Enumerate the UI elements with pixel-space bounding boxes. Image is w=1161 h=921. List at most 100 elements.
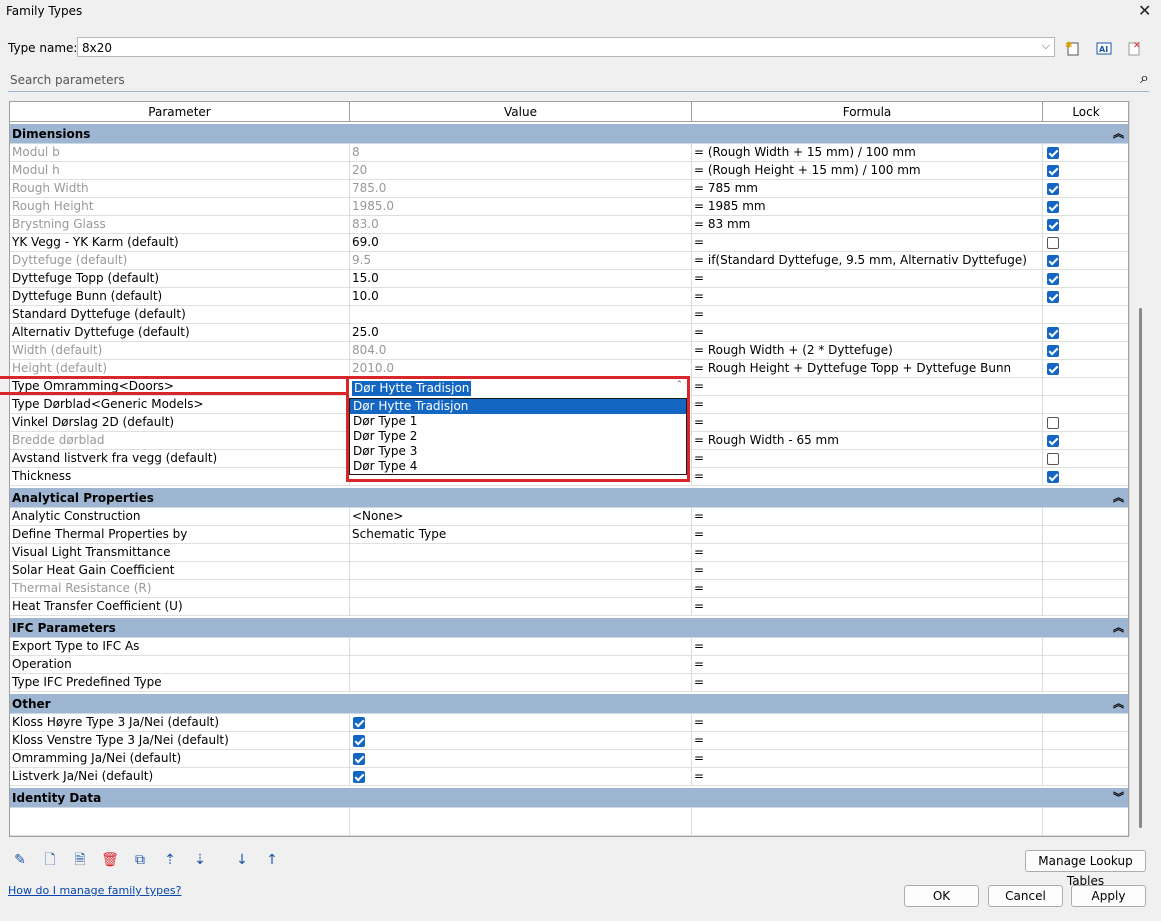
formula-cell[interactable]: = [692, 468, 1043, 486]
formula-cell[interactable]: = [692, 732, 1043, 750]
parameter-cell[interactable]: Define Thermal Properties by [10, 526, 350, 544]
formula-cell[interactable]: = [692, 270, 1043, 288]
parameter-cell[interactable]: Operation [10, 656, 350, 674]
formula-cell[interactable]: = if(Standard Dyttefuge, 9.5 mm, Alterna… [692, 252, 1043, 270]
type-name-combobox[interactable]: 8x20 ⌵ [77, 37, 1055, 57]
formula-cell[interactable]: = [692, 750, 1043, 768]
cancel-button[interactable]: Cancel [988, 885, 1063, 907]
lock-cell[interactable] [1043, 432, 1128, 450]
lock-cell[interactable] [1043, 714, 1128, 732]
delete-type-icon[interactable]: ✕ [1125, 40, 1143, 58]
table-row[interactable]: Solar Heat Gain Coefficient = [10, 562, 1128, 580]
table-row[interactable]: Listverk Ja/Nei (default) = [10, 768, 1128, 786]
value-cell[interactable]: 804.0 [350, 342, 692, 360]
new-parameter-icon[interactable]: 🗋 [40, 850, 60, 870]
table-row[interactable]: Dyttefuge Topp (default) 15.0 = [10, 270, 1128, 288]
parameter-cell[interactable]: Vinkel Dørslag 2D (default) [10, 414, 350, 432]
value-cell[interactable]: Schematic Type [350, 526, 692, 544]
table-row[interactable]: Modul h 20 = (Rough Height + 15 mm) / 100 … [10, 162, 1128, 180]
close-icon[interactable]: ✕ [1138, 1, 1151, 20]
checkbox-checked[interactable] [1047, 291, 1059, 303]
checkbox-checked[interactable] [353, 771, 365, 783]
value-cell[interactable] [350, 656, 692, 674]
formula-cell[interactable]: = [692, 526, 1043, 544]
collapse-icon[interactable]: ︽ [1113, 488, 1124, 508]
parameter-cell[interactable]: Brystning Glass [10, 216, 350, 234]
formula-cell[interactable]: = [692, 768, 1043, 786]
formula-cell[interactable]: = [692, 414, 1043, 432]
parameter-cell[interactable]: Kloss Høyre Type 3 Ja/Nei (default) [10, 714, 350, 732]
section-dimensions[interactable]: Dimensions ︽ [10, 124, 1128, 144]
value-cell[interactable] [350, 714, 692, 732]
formula-cell[interactable]: = 1985 mm [692, 198, 1043, 216]
lock-cell[interactable] [1043, 656, 1128, 674]
move-down-icon[interactable]: ⇣ [190, 850, 210, 870]
formula-cell[interactable]: = [692, 508, 1043, 526]
value-cell[interactable]: 20 [350, 162, 692, 180]
lock-cell[interactable] [1043, 750, 1128, 768]
formula-cell[interactable]: = [692, 598, 1043, 616]
column-header-parameter[interactable]: Parameter [10, 102, 350, 122]
table-row[interactable]: Kloss Venstre Type 3 Ja/Nei (default) = [10, 732, 1128, 750]
parameter-cell[interactable]: Solar Heat Gain Coefficient [10, 562, 350, 580]
dropdown-option[interactable]: Dør Type 4 [350, 459, 686, 474]
value-cell[interactable]: 83.0 [350, 216, 692, 234]
formula-cell[interactable]: = Rough Height + Dyttefuge Topp + Dyttef… [692, 360, 1043, 378]
column-header-lock[interactable]: Lock [1043, 102, 1128, 122]
lock-cell[interactable] [1043, 468, 1128, 486]
ok-button[interactable]: OK [904, 885, 979, 907]
formula-cell[interactable]: = [692, 234, 1043, 252]
parameter-cell[interactable]: Kloss Venstre Type 3 Ja/Nei (default) [10, 732, 350, 750]
value-cell[interactable]: <None> [350, 508, 692, 526]
lock-cell[interactable] [1043, 562, 1128, 580]
new-type-icon[interactable]: ✱ [1064, 40, 1082, 58]
lock-cell[interactable] [1043, 234, 1128, 252]
table-row[interactable]: YK Vegg - YK Karm (default) 69.0 = [10, 234, 1128, 252]
table-row[interactable]: Standard Dyttefuge (default) = [10, 306, 1128, 324]
checkbox-checked[interactable] [1047, 273, 1059, 285]
checkbox-checked[interactable] [1047, 255, 1059, 267]
parameter-cell[interactable]: YK Vegg - YK Karm (default) [10, 234, 350, 252]
checkbox-checked[interactable] [1047, 471, 1059, 483]
lock-cell[interactable] [1043, 180, 1128, 198]
parameter-cell[interactable]: Standard Dyttefuge (default) [10, 306, 350, 324]
value-cell[interactable] [350, 306, 692, 324]
formula-cell[interactable]: = [692, 306, 1043, 324]
help-link[interactable]: How do I manage family types? [8, 884, 181, 897]
edit-parameter-icon[interactable]: 🗎 [70, 850, 90, 870]
table-row[interactable]: Export Type to IFC As = [10, 638, 1128, 656]
checkbox-checked[interactable] [1047, 327, 1059, 339]
checkbox-checked[interactable] [1047, 219, 1059, 231]
formula-cell[interactable]: = [692, 288, 1043, 306]
section-identity-data[interactable]: Identity Data ︾ [10, 788, 1128, 808]
parameter-cell[interactable]: Modul h [10, 162, 350, 180]
manage-lookup-tables-button[interactable]: Manage Lookup Tables [1025, 850, 1146, 888]
table-row[interactable]: Thermal Resistance (R) = [10, 580, 1128, 598]
table-row[interactable]: Dyttefuge (default) 9.5 = if(Standard Dytt… [10, 252, 1128, 270]
table-row[interactable]: Brystning Glass 83.0 = 83 mm [10, 216, 1128, 234]
lock-cell[interactable] [1043, 144, 1128, 162]
search-parameters-field[interactable]: Search parameters ⌕ [8, 68, 1149, 92]
table-row[interactable]: Width (default) 804.0 = Rough Width + (2 *… [10, 342, 1128, 360]
formula-cell[interactable]: = [692, 674, 1043, 692]
checkbox-unchecked[interactable] [1047, 453, 1059, 465]
column-header-formula[interactable]: Formula [692, 102, 1043, 122]
lock-cell[interactable] [1043, 162, 1128, 180]
dropdown-selected-value[interactable]: Dør Hytte Tradisjon [352, 381, 472, 396]
checkbox-checked[interactable] [1047, 345, 1059, 357]
lock-cell[interactable] [1043, 544, 1128, 562]
lock-cell[interactable] [1043, 526, 1128, 544]
checkbox-unchecked[interactable] [1047, 417, 1059, 429]
checkbox-checked[interactable] [1047, 363, 1059, 375]
checkbox-checked[interactable] [1047, 147, 1059, 159]
lock-cell[interactable] [1043, 324, 1128, 342]
value-cell[interactable] [350, 580, 692, 598]
lock-cell[interactable] [1043, 414, 1128, 432]
table-row[interactable]: Omramming Ja/Nei (default) = [10, 750, 1128, 768]
value-cell[interactable] [350, 768, 692, 786]
sort-ascending-icon[interactable]: ↓ [232, 850, 252, 870]
formula-cell[interactable]: = [692, 450, 1043, 468]
section-ifc-parameters[interactable]: IFC Parameters ︽ [10, 618, 1128, 638]
checkbox-unchecked[interactable] [1047, 237, 1059, 249]
lock-cell[interactable] [1043, 768, 1128, 786]
